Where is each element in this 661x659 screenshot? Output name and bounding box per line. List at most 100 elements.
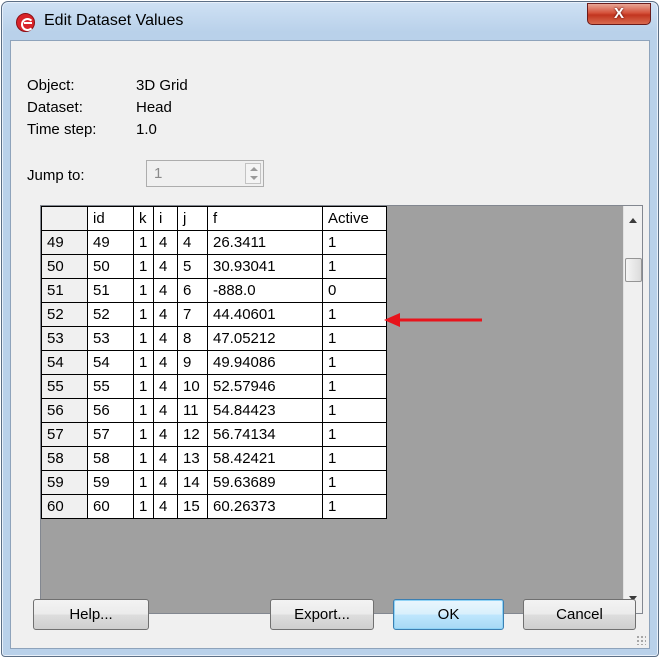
dataset-grid[interactable]: id k i j f Active 49 49 1 4 4 26.3411 1 50 50 1 4 5… [40,205,643,614]
cell-k[interactable]: 1 [133,446,154,471]
cell-k[interactable]: 1 [133,230,154,255]
cell-j[interactable]: 4 [177,230,208,255]
cell-id[interactable]: 60 [87,494,134,519]
cell-f[interactable]: 49.94086 [207,350,323,375]
cell-k[interactable]: 1 [133,326,154,351]
cell-id[interactable]: 53 [87,326,134,351]
cell-active[interactable]: 1 [322,254,387,279]
cell-i[interactable]: 4 [153,398,178,423]
close-button[interactable]: X [587,3,651,25]
cell-id[interactable]: 51 [87,278,134,303]
cell-f[interactable]: 60.26373 [207,494,323,519]
cell-f[interactable]: 56.74134 [207,422,323,447]
cell-j[interactable]: 5 [177,254,208,279]
cell-i[interactable]: 4 [153,230,178,255]
cell-i[interactable]: 4 [153,302,178,327]
resize-grip-icon[interactable] [636,635,646,645]
title-bar[interactable]: Edit Dataset Values X [2,2,658,40]
scroll-up-icon[interactable] [629,218,637,223]
column-header-i[interactable]: i [153,206,178,231]
cell-f[interactable]: 47.05212 [207,326,323,351]
cell-j[interactable]: 13 [177,446,208,471]
cell-k[interactable]: 1 [133,350,154,375]
cell-f[interactable]: 30.93041 [207,254,323,279]
cell-k[interactable]: 1 [133,494,154,519]
table-row[interactable]: 57 57 1 4 12 56.74134 1 [41,422,387,447]
cell-active[interactable]: 1 [322,446,387,471]
row-header-cell[interactable]: 51 [41,278,88,303]
column-header-j[interactable]: j [177,206,208,231]
cell-id[interactable]: 50 [87,254,134,279]
row-header-cell[interactable]: 59 [41,470,88,495]
table-row[interactable]: 56 56 1 4 11 54.84423 1 [41,398,387,423]
cell-active[interactable]: 1 [322,494,387,519]
cell-active[interactable]: 0 [322,278,387,303]
column-header-active[interactable]: Active [322,206,387,231]
column-header-id[interactable]: id [87,206,134,231]
cell-active[interactable]: 1 [322,374,387,399]
export-button[interactable]: Export... [270,599,374,630]
cell-i[interactable]: 4 [153,470,178,495]
cell-active[interactable]: 1 [322,230,387,255]
cell-j[interactable]: 9 [177,350,208,375]
cell-j[interactable]: 14 [177,470,208,495]
cell-active[interactable]: 1 [322,350,387,375]
cell-j[interactable]: 12 [177,422,208,447]
table-row[interactable]: 49 49 1 4 4 26.3411 1 [41,230,387,255]
cell-id[interactable]: 58 [87,446,134,471]
cell-i[interactable]: 4 [153,254,178,279]
cell-k[interactable]: 1 [133,422,154,447]
cell-i[interactable]: 4 [153,494,178,519]
cell-k[interactable]: 1 [133,302,154,327]
table-row[interactable]: 59 59 1 4 14 59.63689 1 [41,470,387,495]
scroll-thumb[interactable] [625,258,642,282]
vertical-scrollbar[interactable] [623,206,642,613]
row-header-cell[interactable]: 54 [41,350,88,375]
cell-k[interactable]: 1 [133,398,154,423]
cell-j[interactable]: 8 [177,326,208,351]
spin-up-icon[interactable] [250,167,258,171]
cell-id[interactable]: 54 [87,350,134,375]
row-header-cell[interactable]: 57 [41,422,88,447]
cell-i[interactable]: 4 [153,374,178,399]
cell-f[interactable]: 54.84423 [207,398,323,423]
table-row[interactable]: 60 60 1 4 15 60.26373 1 [41,494,387,519]
cell-f[interactable]: 26.3411 [207,230,323,255]
cell-active[interactable]: 1 [322,398,387,423]
table-row[interactable]: 55 55 1 4 10 52.57946 1 [41,374,387,399]
cell-k[interactable]: 1 [133,374,154,399]
cell-j[interactable]: 10 [177,374,208,399]
cell-id[interactable]: 49 [87,230,134,255]
cell-f[interactable]: 59.63689 [207,470,323,495]
cell-id[interactable]: 59 [87,470,134,495]
cell-k[interactable]: 1 [133,254,154,279]
spin-down-icon[interactable] [250,176,258,180]
column-header-f[interactable]: f [207,206,323,231]
table-row[interactable]: 51 51 1 4 6 -888.0 0 [41,278,387,303]
cell-j[interactable]: 7 [177,302,208,327]
cell-active[interactable]: 1 [322,302,387,327]
column-header-k[interactable]: k [133,206,154,231]
cell-active[interactable]: 1 [322,422,387,447]
cell-id[interactable]: 57 [87,422,134,447]
table-row[interactable]: 50 50 1 4 5 30.93041 1 [41,254,387,279]
cell-active[interactable]: 1 [322,326,387,351]
cell-j[interactable]: 6 [177,278,208,303]
cell-i[interactable]: 4 [153,422,178,447]
ok-button[interactable]: OK [393,599,504,630]
row-header-cell[interactable]: 56 [41,398,88,423]
row-header-cell[interactable]: 60 [41,494,88,519]
cell-id[interactable]: 56 [87,398,134,423]
jump-to-spinner[interactable] [245,163,261,184]
cell-id[interactable]: 52 [87,302,134,327]
table-row[interactable]: 53 53 1 4 8 47.05212 1 [41,326,387,351]
row-header-cell[interactable]: 49 [41,230,88,255]
row-header-cell[interactable]: 53 [41,326,88,351]
table-row[interactable]: 52 52 1 4 7 44.40601 1 [41,302,387,327]
cell-active[interactable]: 1 [322,470,387,495]
cell-k[interactable]: 1 [133,278,154,303]
cancel-button[interactable]: Cancel [523,599,636,630]
row-header-cell[interactable]: 55 [41,374,88,399]
cell-i[interactable]: 4 [153,350,178,375]
cell-id[interactable]: 55 [87,374,134,399]
